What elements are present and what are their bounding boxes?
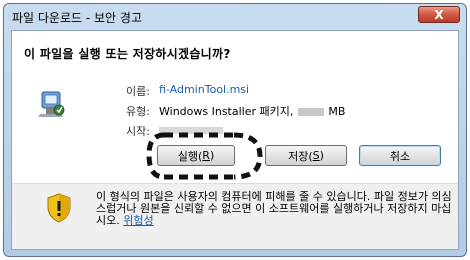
shield-warning-icon (47, 193, 71, 223)
window-title: 파일 다운로드 - 보안 경고 (12, 11, 142, 25)
save-button-label-end: ) (319, 149, 324, 162)
run-button[interactable]: 실행(R) (157, 145, 235, 166)
close-icon: X (434, 7, 444, 22)
cancel-button[interactable]: 취소 (359, 145, 441, 166)
close-button[interactable]: X (418, 6, 460, 23)
save-button-label: 저장( (288, 149, 313, 163)
security-warning-text: 이 형식의 파일은 사용자의 컴퓨터에 피해를 줄 수 있습니다. 파일 정보가… (96, 191, 452, 227)
title-bar[interactable]: 파일 다운로드 - 보안 경고 X (4, 4, 466, 30)
download-dialog-window: 파일 다운로드 - 보안 경고 X 이 파일을 실행 또는 저장하시겠습니까? … (3, 3, 467, 257)
save-button-accesskey: S (312, 149, 320, 162)
cancel-button-label: 취소 (389, 149, 411, 163)
save-button[interactable]: 저장(S) (265, 145, 347, 166)
run-button-label-end: ) (209, 149, 215, 162)
file-info-panel: 이 파일을 실행 또는 저장하시겠습니까? 이름: fi-AdminTool.m… (12, 31, 458, 183)
dialog-body: 이 파일을 실행 또는 저장하시겠습니까? 이름: fi-AdminTool.m… (11, 30, 459, 250)
risk-link[interactable]: 위험성 (123, 214, 153, 227)
run-button-accesskey: R (202, 149, 210, 162)
divider (12, 183, 458, 184)
run-button-label: 실행( (177, 149, 203, 163)
